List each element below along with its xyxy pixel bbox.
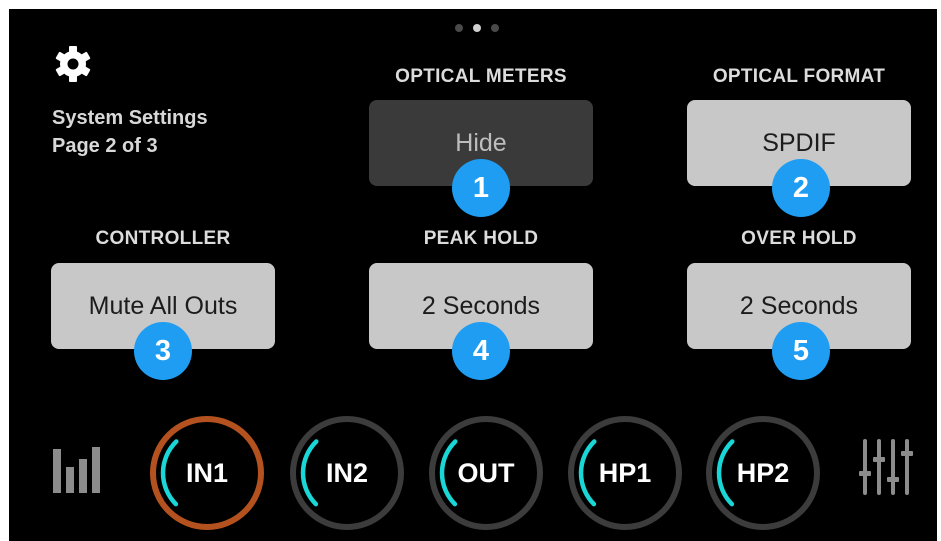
channel-knob-hp1[interactable]: HP1 [566,414,684,532]
channel-label: IN1 [185,457,229,488]
channel-knob-out[interactable]: OUT [427,414,545,532]
page-number: Page 2 of 3 [52,135,158,157]
mixer-faders-icon[interactable] [859,437,915,497]
system-settings-info: System Settings Page 2 of 3 [52,104,208,160]
optical-format-label: OPTICAL FORMAT [712,66,886,87]
channel-label: HP2 [736,457,790,488]
channel-label: HP1 [598,457,652,488]
optical-meters-value: Hide [455,128,507,157]
gear-icon[interactable] [53,44,93,84]
optical-format-value: SPDIF [762,128,836,157]
over-hold-label: OVER HOLD [741,228,857,249]
channel-knob-in1[interactable]: IN1 [148,414,266,532]
meter-bars-icon[interactable] [53,441,101,493]
device-screen: System Settings Page 2 of 3 OPTICAL METE… [9,9,937,541]
callout-badge-3: 3 [134,322,192,380]
callout-badge-1: 1 [452,159,510,217]
channel-label: IN2 [325,457,369,488]
over-hold-value: 2 Seconds [739,291,859,320]
page-dot[interactable] [491,24,499,32]
page-indicator [455,24,499,32]
optical-meters-label: OPTICAL METERS [395,66,567,87]
page-dot[interactable] [455,24,463,32]
controller-label: CONTROLLER [95,228,231,249]
controller-value: Mute All Outs [88,291,238,320]
channel-knob-in2[interactable]: IN2 [288,414,406,532]
system-title: System Settings [52,107,208,129]
page-dot-active[interactable] [473,24,481,32]
channel-knob-hp2[interactable]: HP2 [704,414,822,532]
callout-badge-4: 4 [452,322,510,380]
peak-hold-value: 2 Seconds [421,291,541,320]
channel-label: OUT [457,457,515,488]
peak-hold-label: PEAK HOLD [423,228,539,249]
callout-badge-2: 2 [772,159,830,217]
callout-badge-5: 5 [772,322,830,380]
